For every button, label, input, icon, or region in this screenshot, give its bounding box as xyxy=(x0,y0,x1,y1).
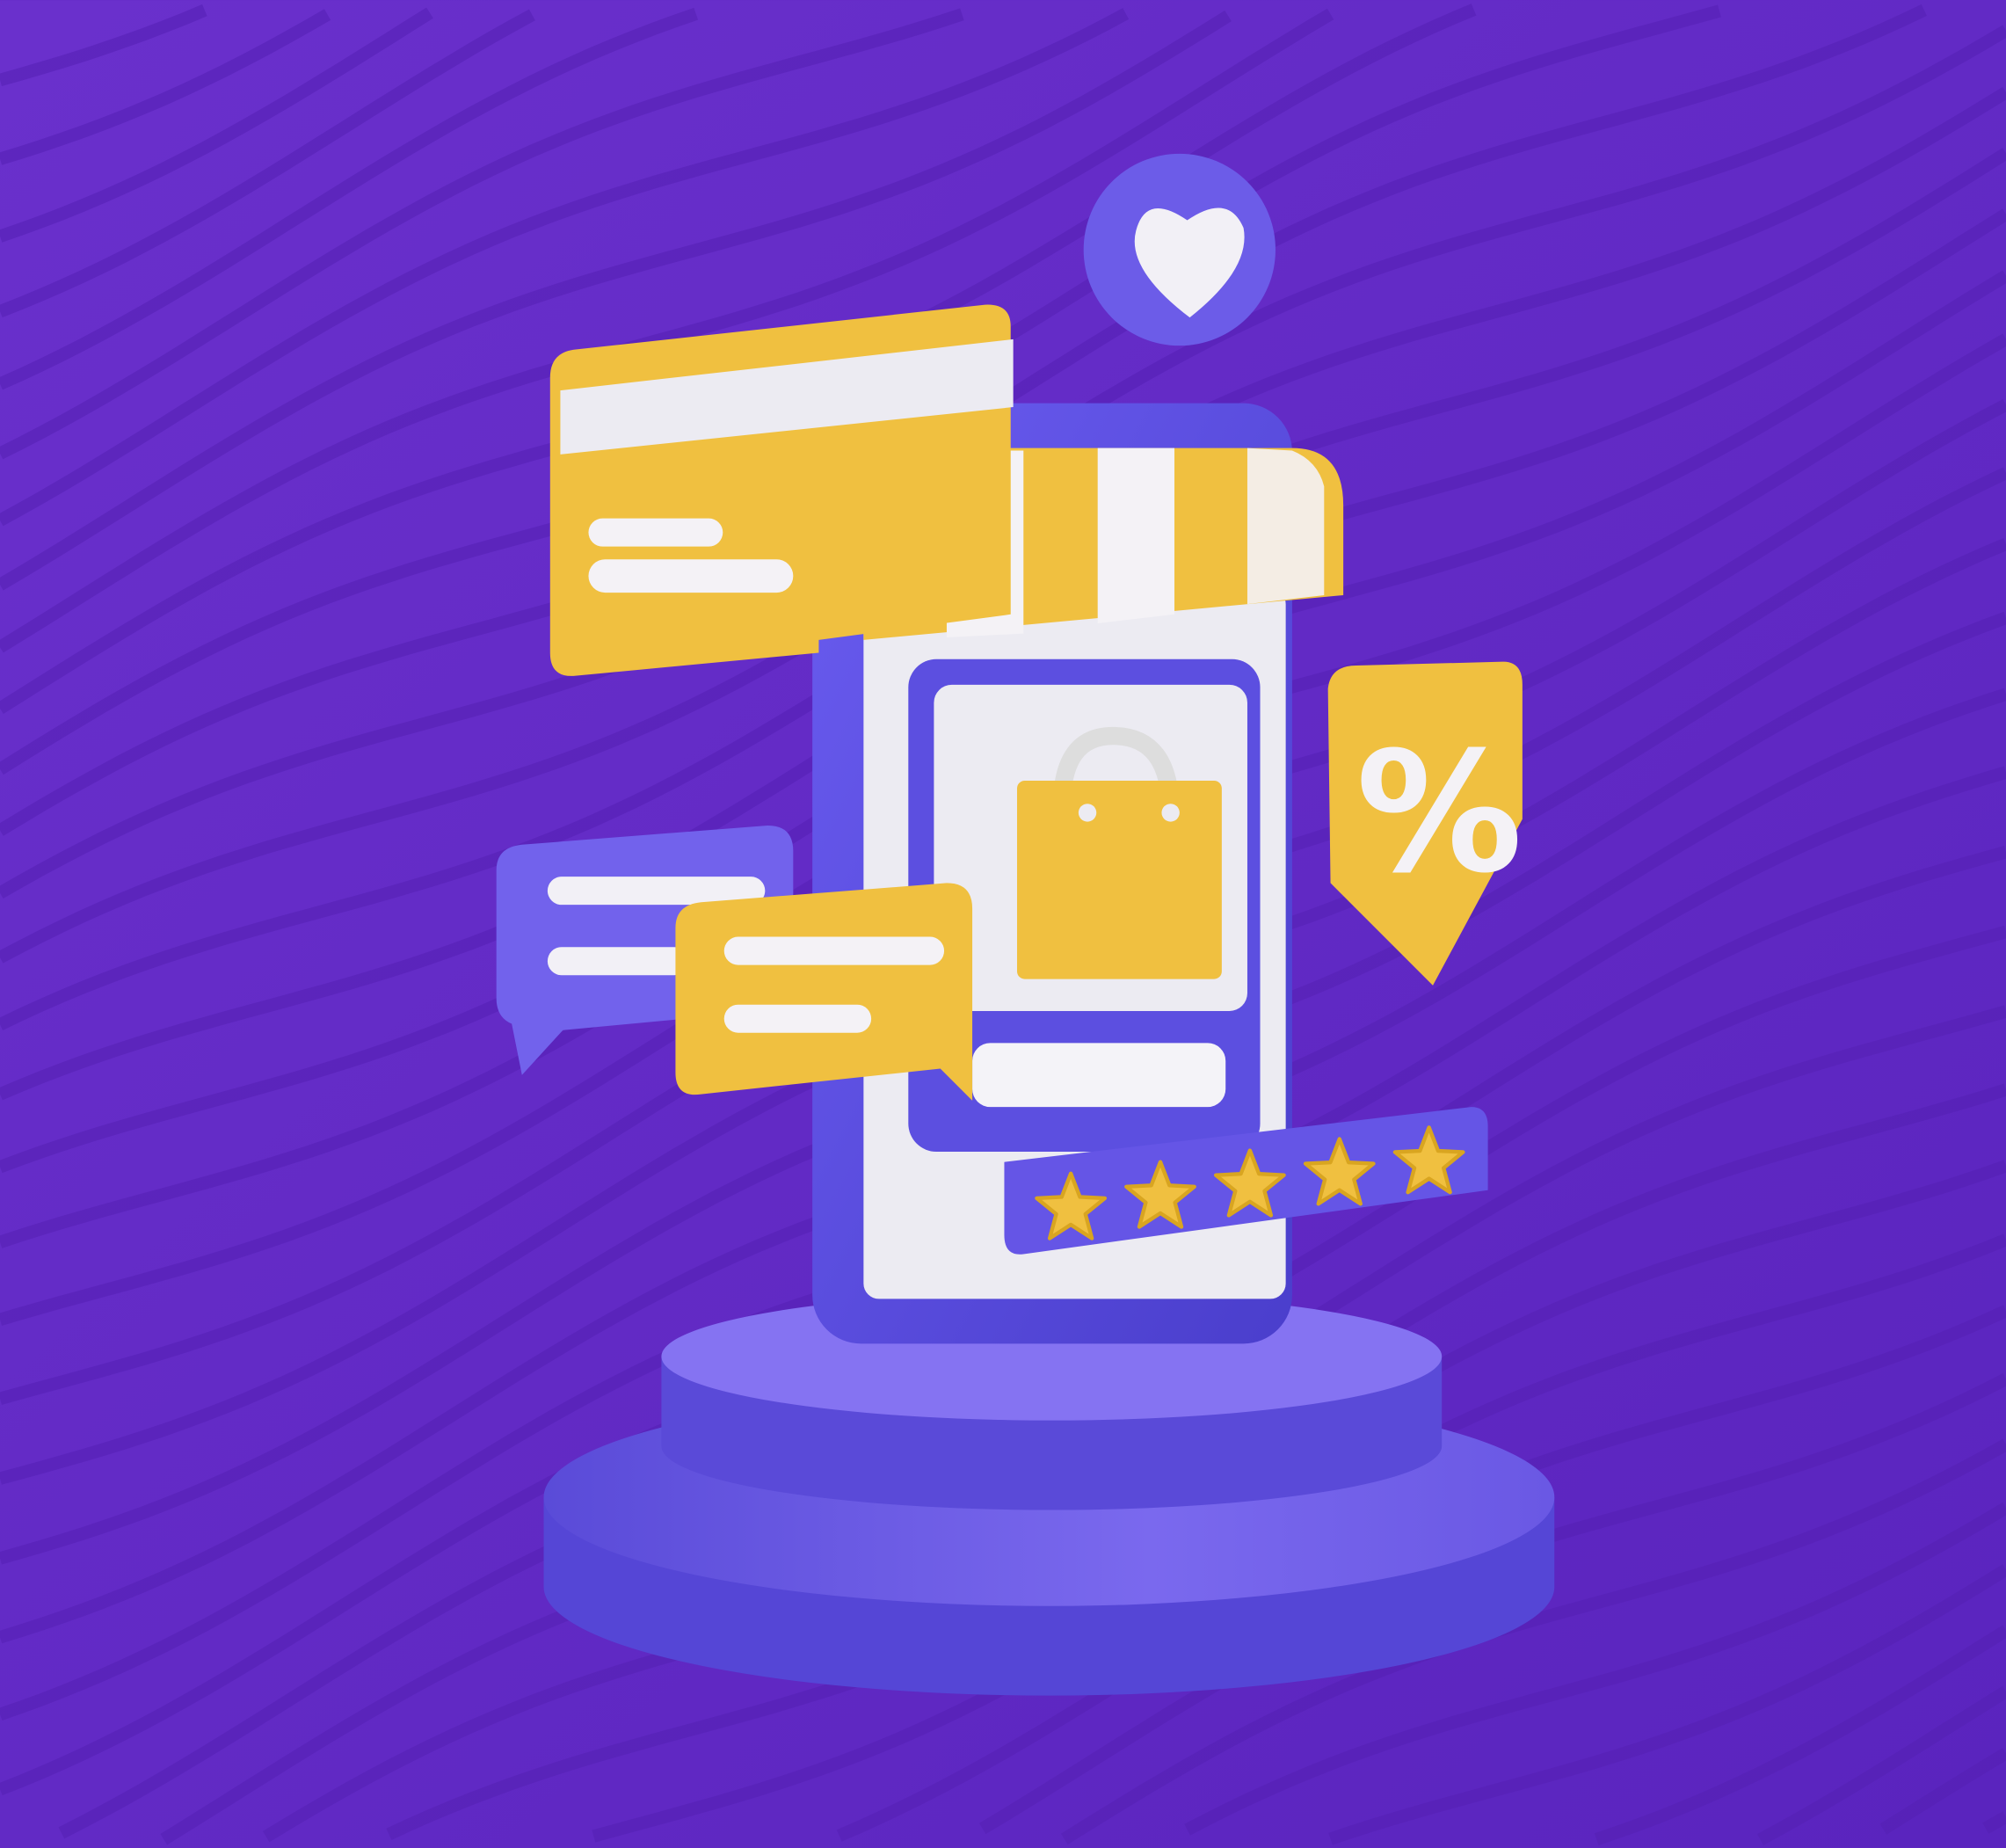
chat-bubble-icon xyxy=(675,883,973,1101)
heart-icon xyxy=(1083,153,1276,346)
podium xyxy=(543,1292,1555,1696)
discount-badge-text: % xyxy=(1356,716,1523,910)
credit-card-icon xyxy=(549,304,1014,676)
shopping-illustration: % xyxy=(0,0,2006,1848)
